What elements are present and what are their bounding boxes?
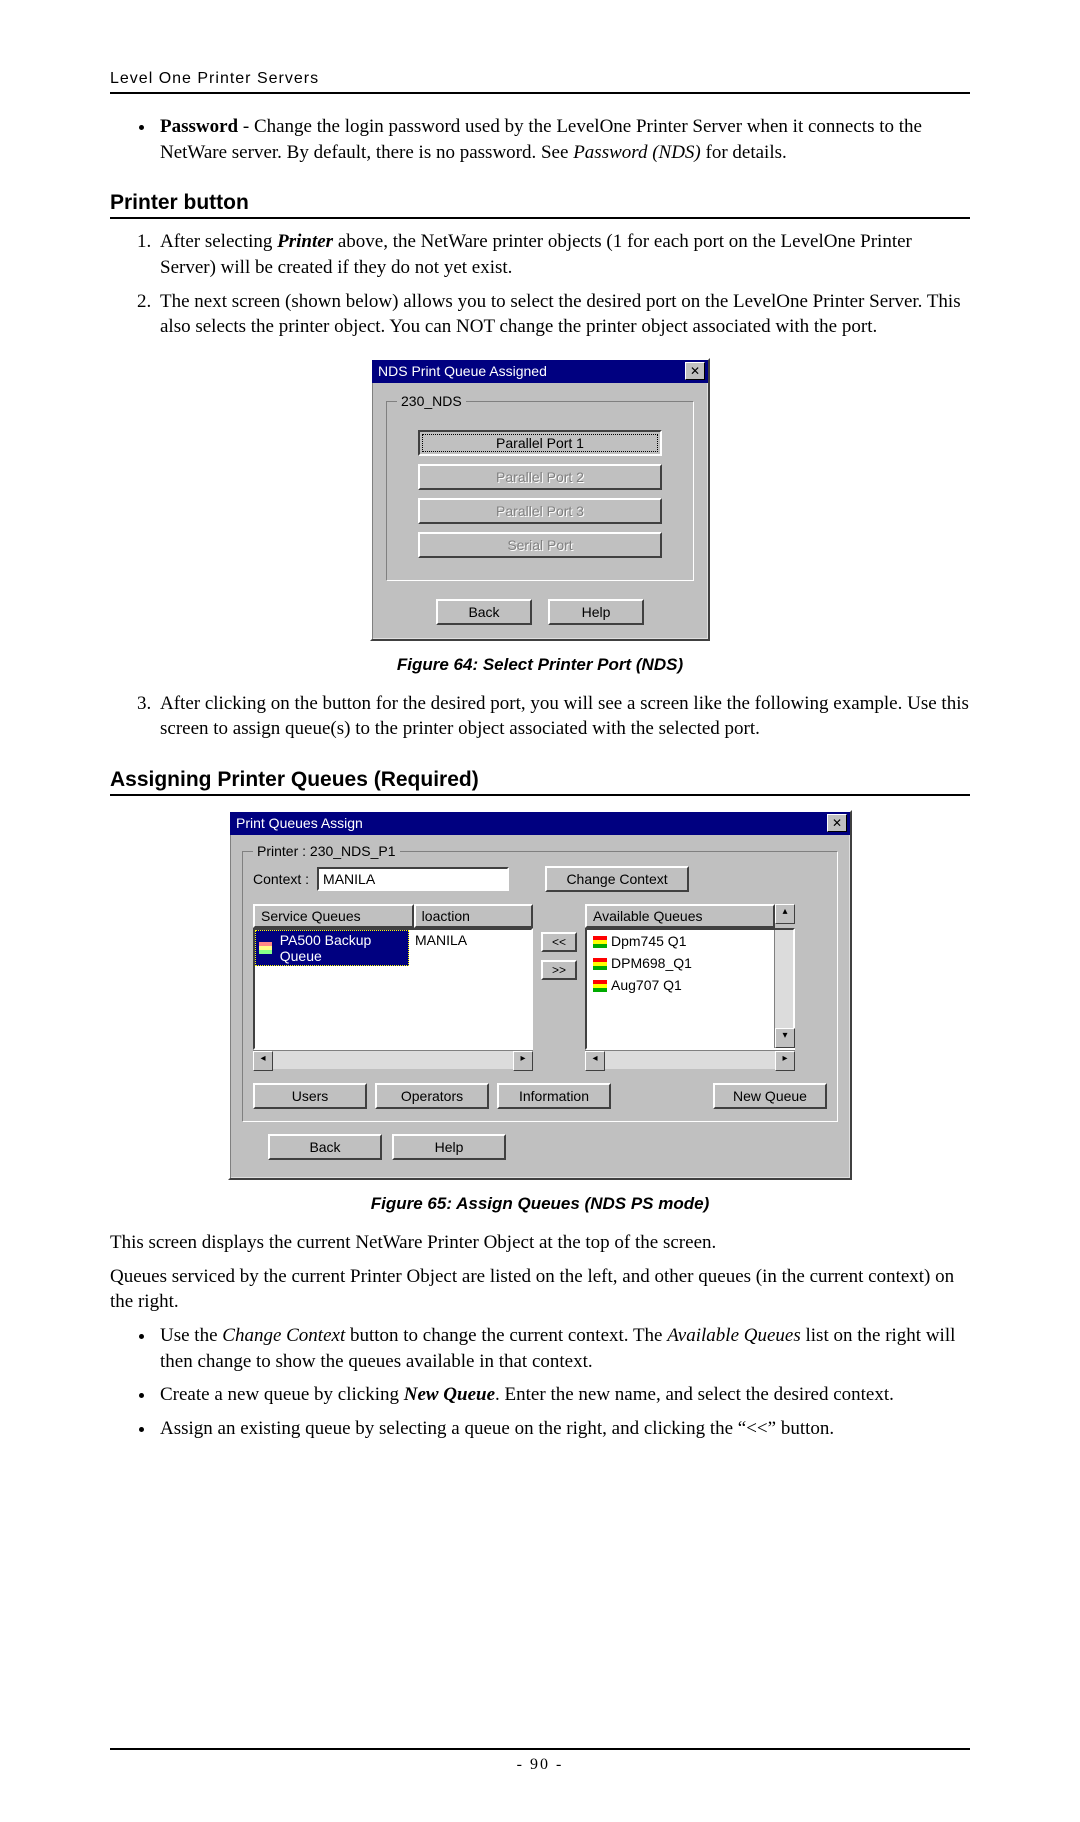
running-header: Level One Printer Servers xyxy=(110,70,970,94)
dialog-print-queues-assign: Print Queues Assign ✕ Printer : 230_NDS_… xyxy=(228,810,852,1180)
page-footer: - 90 - xyxy=(110,1748,970,1774)
port1-button[interactable]: Parallel Port 1 xyxy=(418,430,662,456)
scroll-up-icon[interactable]: ▴ xyxy=(775,904,795,924)
queue-icon xyxy=(593,958,607,970)
figure-64-caption: Figure 64: Select Printer Port (NDS) xyxy=(110,655,970,675)
back-button[interactable]: Back xyxy=(436,599,532,625)
scroll-down-icon[interactable]: ▾ xyxy=(775,1028,795,1048)
scroll-right-icon[interactable]: ▸ xyxy=(513,1051,533,1071)
bullet-change-context: Use the Change Context button to change … xyxy=(156,1323,970,1374)
port2-button[interactable]: Parallel Port 2 xyxy=(418,464,662,490)
queue-icon xyxy=(593,980,607,992)
change-context-button[interactable]: Change Context xyxy=(545,866,689,892)
move-left-button[interactable]: << xyxy=(541,932,577,952)
dlg1-group-legend: 230_NDS xyxy=(397,393,466,409)
scroll-right-icon[interactable]: ▸ xyxy=(775,1051,795,1071)
service-queue-location: MANILA xyxy=(409,930,531,966)
operators-button[interactable]: Operators xyxy=(375,1083,489,1109)
available-queues-header[interactable]: Available Queues xyxy=(585,904,775,928)
scroll-left-icon[interactable]: ◂ xyxy=(585,1051,605,1071)
figure-65-caption: Figure 65: Assign Queues (NDS PS mode) xyxy=(110,1194,970,1214)
help-button[interactable]: Help xyxy=(548,599,644,625)
service-queue-item[interactable]: PA500 Backup Queue xyxy=(255,930,409,966)
password-ref-italic: Password (NDS) xyxy=(573,142,701,163)
para-current-object: This screen displays the current NetWare… xyxy=(110,1230,970,1256)
section-printer-button: Printer button xyxy=(110,191,970,219)
location-header[interactable]: loaction xyxy=(414,904,533,928)
dlg1-title: NDS Print Queue Assigned xyxy=(378,363,547,379)
dlg2-group-legend: Printer : 230_NDS_P1 xyxy=(253,843,400,859)
dlg2-titlebar[interactable]: Print Queues Assign ✕ xyxy=(230,812,850,835)
available-queue-item[interactable]: Aug707 Q1 xyxy=(587,974,774,996)
context-field[interactable]: MANILA xyxy=(317,867,509,891)
password-bullet: Password - Change the login password use… xyxy=(156,114,970,165)
dlg2-title: Print Queues Assign xyxy=(236,815,363,831)
close-icon[interactable]: ✕ xyxy=(685,362,705,380)
help-button[interactable]: Help xyxy=(392,1134,506,1160)
available-queue-item[interactable]: DPM698_Q1 xyxy=(587,952,774,974)
bullet-assign-existing: Assign an existing queue by selecting a … xyxy=(156,1416,970,1442)
bullet-new-queue: Create a new queue by clicking New Queue… xyxy=(156,1382,970,1408)
move-right-button[interactable]: >> xyxy=(541,960,577,980)
port3-button[interactable]: Parallel Port 3 xyxy=(418,498,662,524)
service-queues-header[interactable]: Service Queues xyxy=(253,904,414,928)
step-2: The next screen (shown below) allows you… xyxy=(156,289,970,340)
back-button[interactable]: Back xyxy=(268,1134,382,1160)
close-icon[interactable]: ✕ xyxy=(827,814,847,832)
service-queues-hscroll[interactable]: ◂ ▸ xyxy=(253,1050,533,1069)
new-queue-button[interactable]: New Queue xyxy=(713,1083,827,1109)
scroll-left-icon[interactable]: ◂ xyxy=(253,1051,273,1071)
password-label: Password xyxy=(160,116,238,137)
available-queue-item[interactable]: Dpm745 Q1 xyxy=(587,930,774,952)
page-number: - 90 - xyxy=(517,1756,564,1773)
context-label: Context : xyxy=(253,871,309,887)
serial-port-button[interactable]: Serial Port xyxy=(418,532,662,558)
users-button[interactable]: Users xyxy=(253,1083,367,1109)
step-3: After clicking on the button for the des… xyxy=(156,691,970,742)
step1-printer-bi: Printer xyxy=(277,231,333,252)
step-1: After selecting Printer above, the NetWa… xyxy=(156,229,970,280)
para-queues-listed: Queues serviced by the current Printer O… xyxy=(110,1264,970,1315)
queue-icon xyxy=(259,942,272,954)
available-queues-vscroll[interactable]: ▾ xyxy=(774,930,793,1048)
section-assigning-queues: Assigning Printer Queues (Required) xyxy=(110,768,970,796)
dialog-select-printer-port: NDS Print Queue Assigned ✕ 230_NDS Paral… xyxy=(370,358,710,641)
information-button[interactable]: Information xyxy=(497,1083,611,1109)
dlg1-titlebar[interactable]: NDS Print Queue Assigned ✕ xyxy=(372,360,708,383)
queue-icon xyxy=(593,936,607,948)
available-queues-hscroll[interactable]: ◂ ▸ xyxy=(585,1050,795,1069)
